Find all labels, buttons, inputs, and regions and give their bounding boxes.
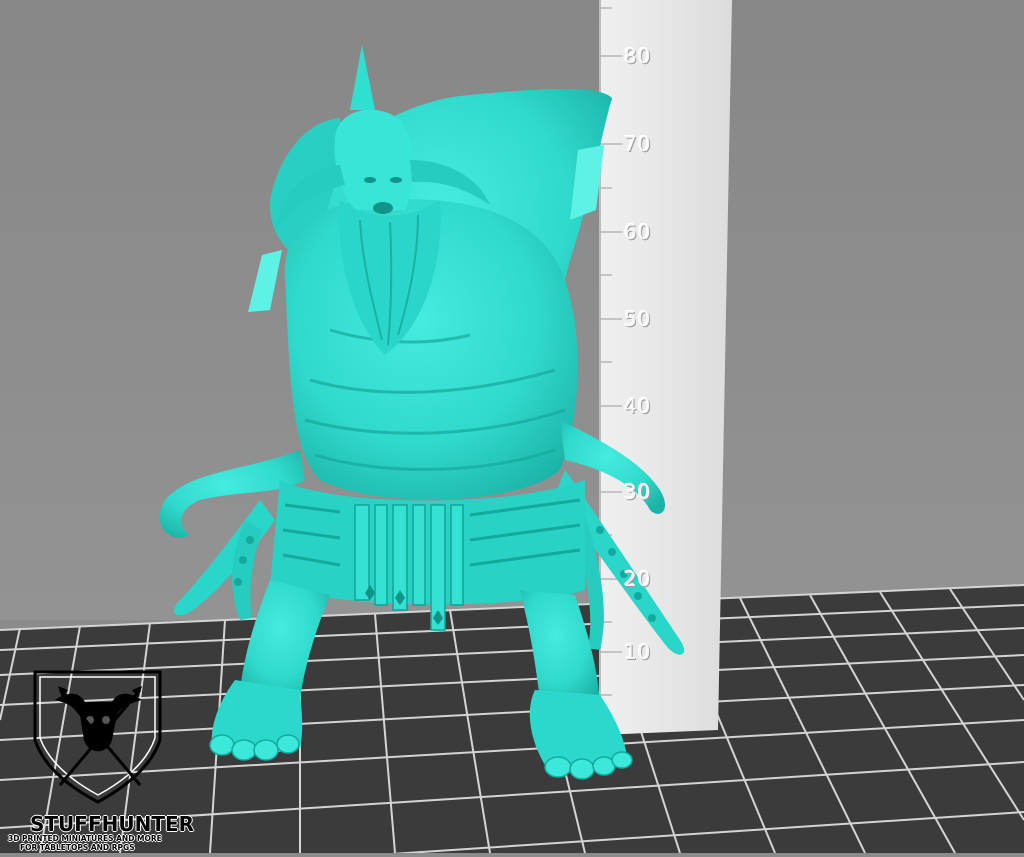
slicer-3d-viewport[interactable]: 80 70 60 50 40 30 20 10 STUFFHUNTER 3D P… — [0, 0, 1024, 857]
ruler-label-60: 60 — [624, 220, 652, 244]
scene-canvas — [0, 0, 1024, 857]
ruler-label-40: 40 — [624, 394, 652, 418]
ruler-label-10: 10 — [624, 640, 652, 664]
ruler-label-50: 50 — [624, 307, 652, 331]
logo-subtitle-line1: 3D PRINTED MINIATURES AND MORE — [8, 834, 162, 843]
logo-title: STUFFHUNTER — [30, 812, 195, 836]
ruler-label-70: 70 — [624, 132, 652, 156]
ruler-label-30: 30 — [624, 480, 652, 504]
ruler-label-20: 20 — [624, 567, 652, 591]
ruler-label-80: 80 — [624, 44, 652, 68]
logo-subtitle-line2: FOR TABLETOPS AND RPGS — [20, 843, 135, 852]
